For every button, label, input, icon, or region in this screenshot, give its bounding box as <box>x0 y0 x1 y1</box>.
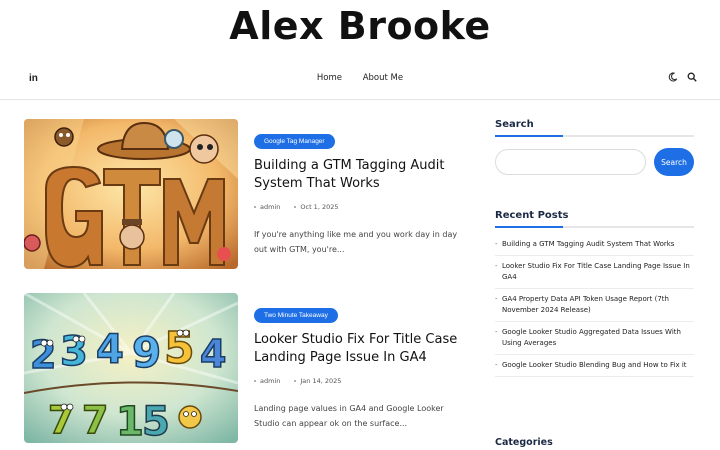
post-meta: admin Oct 1, 2025 <box>254 203 466 211</box>
moon-icon[interactable] <box>668 72 678 82</box>
post-title[interactable]: Looker Studio Fix For Title Case Landing… <box>254 331 466 367</box>
meta-dot <box>294 380 297 382</box>
search-widget-title: Search <box>495 119 694 137</box>
category-badge[interactable]: Two Minute Takeaway <box>254 308 338 323</box>
recent-posts-widget: Recent Posts Building a GTM Tagging Audi… <box>495 210 694 377</box>
navbar: in Home About Me <box>0 62 720 100</box>
sidebar: Search Search Recent Posts Building a GT… <box>495 119 694 377</box>
recent-post-link[interactable]: GA4 Property Data API Token Usage Report… <box>495 289 694 322</box>
search-input[interactable] <box>495 149 646 175</box>
search-button[interactable]: Search <box>654 148 694 176</box>
svg-text:4: 4 <box>96 327 124 373</box>
meta-dot <box>254 206 256 208</box>
post-thumbnail[interactable]: 2 3 4 9 5 4 7 7 1 5 <box>24 293 238 443</box>
svg-text:3: 3 <box>60 329 88 375</box>
meta-dot <box>294 206 297 208</box>
nav-item-about-me[interactable]: About Me <box>363 73 403 83</box>
nav-item-home[interactable]: Home <box>317 73 342 83</box>
post-author[interactable]: admin <box>260 377 280 385</box>
post-date[interactable]: Oct 1, 2025 <box>300 203 338 211</box>
recent-post-link[interactable]: Google Looker Studio Aggregated Data Iss… <box>495 322 694 355</box>
category-badge[interactable]: Google Tag Manager <box>254 134 335 149</box>
nav-menu: Home About Me <box>0 73 720 83</box>
post-body: Two Minute Takeaway Looker Studio Fix Fo… <box>254 293 466 431</box>
svg-text:4: 4 <box>200 332 226 376</box>
categories-title: Categories <box>495 437 553 448</box>
post-excerpt: Landing page values in GA4 and Google Lo… <box>254 404 444 428</box>
post-title[interactable]: Building a GTM Tagging Audit System That… <box>254 157 466 193</box>
post-meta: admin Jan 14, 2025 <box>254 377 466 385</box>
svg-text:7: 7 <box>82 398 108 442</box>
post-date[interactable]: Jan 14, 2025 <box>300 377 341 385</box>
svg-text:1: 1 <box>116 399 144 443</box>
recent-posts-title: Recent Posts <box>495 210 694 228</box>
post-card: 2 3 4 9 5 4 7 7 1 5 Two Minute Takeaway … <box>24 293 464 445</box>
meta-dot <box>254 380 256 382</box>
svg-text:5: 5 <box>142 399 170 443</box>
post-author[interactable]: admin <box>260 203 280 211</box>
post-card: Google Tag Manager Building a GTM Taggin… <box>24 119 464 271</box>
post-body: Google Tag Manager Building a GTM Taggin… <box>254 119 466 257</box>
svg-text:2: 2 <box>30 333 56 377</box>
svg-text:9: 9 <box>132 328 161 377</box>
post-thumbnail[interactable] <box>24 119 238 269</box>
recent-post-link[interactable]: Looker Studio Fix For Title Case Landing… <box>495 256 694 289</box>
search-icon[interactable] <box>687 72 697 82</box>
search-form: Search <box>495 148 694 179</box>
recent-posts-list: Building a GTM Tagging Audit System That… <box>495 234 694 377</box>
site-title[interactable]: Alex Brooke <box>0 4 720 48</box>
recent-post-link[interactable]: Building a GTM Tagging Audit System That… <box>495 234 694 256</box>
recent-post-link[interactable]: Google Looker Studio Blending Bug and Ho… <box>495 355 694 377</box>
post-excerpt: If you're anything like me and you work … <box>254 230 458 254</box>
